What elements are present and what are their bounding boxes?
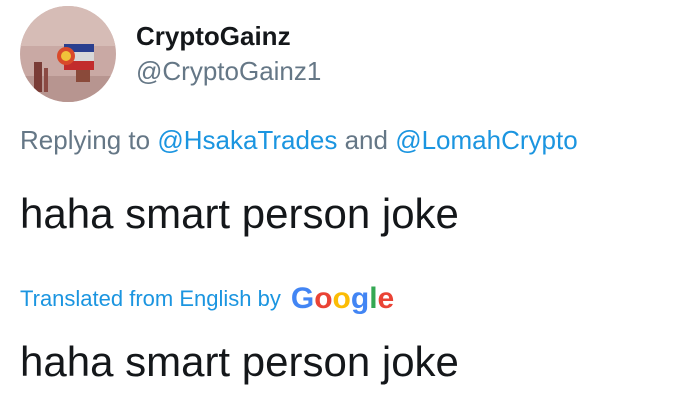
google-logo-letter: l (369, 282, 378, 315)
avatar-image (20, 6, 116, 102)
replying-to-line: Replying to @HsakaTrades and @LomahCrypt… (20, 122, 578, 158)
replying-connector: and (337, 125, 396, 155)
user-names: CryptoGainz @CryptoGainz1 (136, 20, 321, 88)
mention-lomahcrypto-link[interactable]: @LomahCrypto (395, 125, 577, 155)
translation-attribution[interactable]: Translated from English by Google (20, 282, 394, 316)
tweet-text: haha smart person joke (20, 190, 459, 237)
translated-from-label: Translated from English by (20, 286, 281, 311)
replying-to-label: Replying to (20, 125, 158, 155)
google-logo-letter: e (377, 282, 395, 315)
google-logo-letter: G (290, 282, 315, 315)
tweet-header: CryptoGainz @CryptoGainz1 (20, 4, 321, 104)
google-logo-letter: o (314, 282, 333, 315)
avatar[interactable] (20, 6, 116, 102)
google-logo-letter: o (332, 282, 351, 315)
translated-tweet-text: haha smart person joke (20, 338, 459, 385)
mention-hsakatrades-link[interactable]: @HsakaTrades (157, 125, 337, 155)
google-logo: Google (291, 282, 394, 316)
screen-name[interactable]: @CryptoGainz1 (136, 54, 321, 88)
display-name[interactable]: CryptoGainz (136, 20, 321, 52)
google-logo-letter: g (350, 282, 370, 315)
tweet-card: CryptoGainz @CryptoGainz1 Replying to @H… (0, 0, 698, 408)
